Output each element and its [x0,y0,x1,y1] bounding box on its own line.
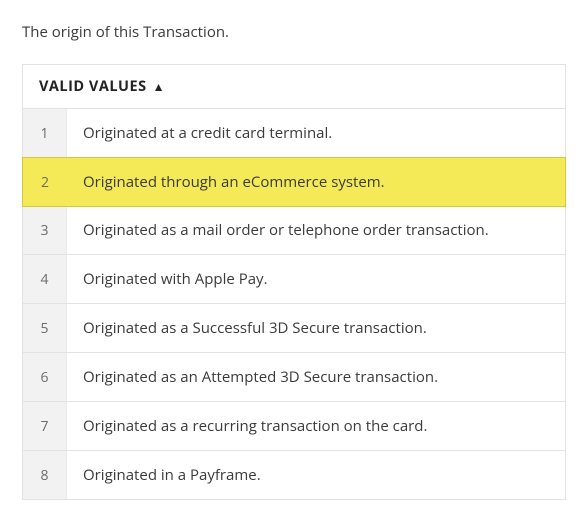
table-row: 7Originated as a recurring transaction o… [23,402,565,451]
table-row: 4Originated with Apple Pay. [23,255,565,304]
table-row: 1Originated at a credit card terminal. [23,109,565,158]
row-number: 2 [23,158,67,206]
row-description: Originated as an Attempted 3D Secure tra… [67,353,565,401]
table-header[interactable]: VALID VALUES ▲ [23,65,565,109]
row-description: Originated as a recurring transaction on… [67,402,565,450]
row-number: 7 [23,402,67,450]
table-row: 6Originated as an Attempted 3D Secure tr… [23,353,565,402]
row-number: 5 [23,304,67,352]
row-number: 4 [23,255,67,303]
sort-asc-icon: ▲ [153,78,165,95]
table-row: 5Originated as a Successful 3D Secure tr… [23,304,565,353]
table-row: 2Originated through an eCommerce system. [22,157,566,207]
row-number: 8 [23,451,67,499]
row-number: 3 [23,206,67,254]
row-number: 1 [23,109,67,157]
valid-values-table: VALID VALUES ▲ 1Originated at a credit c… [22,64,566,500]
description-text: The origin of this Transaction. [22,22,566,42]
row-description: Originated as a Successful 3D Secure tra… [67,304,565,352]
header-label: VALID VALUES ▲ [39,77,165,96]
row-number: 6 [23,353,67,401]
table-row: 8Originated in a Payframe. [23,451,565,499]
table-row: 3Originated as a mail order or telephone… [23,206,565,255]
row-description: Originated with Apple Pay. [67,255,565,303]
row-description: Originated through an eCommerce system. [67,158,565,206]
row-description: Originated at a credit card terminal. [67,109,565,157]
row-description: Originated in a Payframe. [67,451,565,499]
header-text: VALID VALUES [39,77,147,96]
row-description: Originated as a mail order or telephone … [67,206,565,254]
